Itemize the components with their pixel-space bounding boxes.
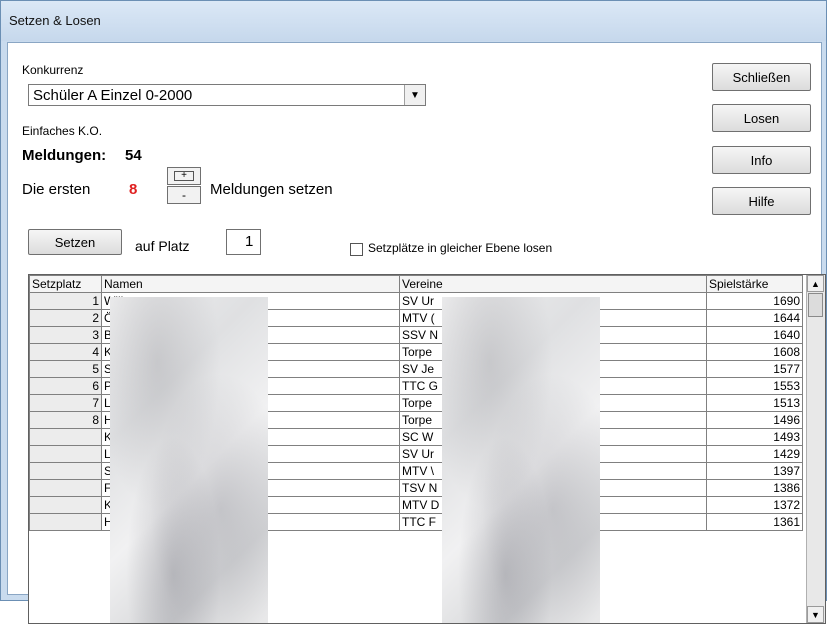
entries-count: 54 — [125, 147, 142, 164]
decrement-button[interactable]: - — [167, 186, 201, 204]
strength-cell[interactable]: 1496 — [706, 411, 803, 429]
strength-cell[interactable]: 1690 — [706, 292, 803, 310]
strength-cell[interactable]: 1608 — [706, 343, 803, 361]
draw-button-label: Losen — [743, 110, 780, 126]
seed-cell[interactable] — [29, 428, 102, 446]
seed-cell[interactable]: 4 — [29, 343, 102, 361]
info-button-label: Info — [750, 152, 773, 168]
seeding-count: 8 — [129, 181, 138, 198]
strength-cell[interactable]: 1386 — [706, 479, 803, 497]
place-label: auf Platz — [135, 238, 190, 254]
close-button-label: Schließen — [732, 69, 791, 85]
tournament-mode: Einfaches K.O. — [22, 124, 103, 138]
help-button[interactable]: Hilfe — [712, 187, 811, 215]
seed-cell[interactable] — [29, 513, 102, 531]
seed-cell[interactable] — [29, 496, 102, 514]
scroll-down-icon[interactable]: ▼ — [807, 606, 824, 623]
strength-cell[interactable]: 1513 — [706, 394, 803, 412]
info-button[interactable]: Info — [712, 146, 811, 174]
seed-cell[interactable] — [29, 479, 102, 497]
strength-cell[interactable]: 1640 — [706, 326, 803, 344]
column-header-seed[interactable]: Setzplatz — [29, 275, 102, 293]
plus-icon: + — [174, 171, 194, 181]
place-input[interactable]: 1 — [226, 229, 261, 255]
set-button[interactable]: Setzen — [28, 229, 122, 255]
dialog-body: Konkurrenz Schüler A Einzel 0-2000 ▼ Ein… — [7, 42, 826, 624]
seed-cell[interactable]: 3 — [29, 326, 102, 344]
same-level-checkbox[interactable] — [350, 243, 363, 256]
redaction-overlay-clubs — [442, 297, 600, 623]
draw-button[interactable]: Losen — [712, 104, 811, 132]
seeding-prefix: Die ersten — [22, 181, 91, 198]
chevron-down-icon[interactable]: ▼ — [404, 85, 425, 105]
seed-cell[interactable]: 8 — [29, 411, 102, 429]
window-title: Setzen & Losen — [9, 13, 101, 28]
strength-cell[interactable]: 1493 — [706, 428, 803, 446]
seeding-suffix: Meldungen setzen — [210, 181, 333, 198]
strength-cell[interactable]: 1361 — [706, 513, 803, 531]
entries-label: Meldungen: — [22, 147, 107, 164]
strength-cell[interactable]: 1397 — [706, 462, 803, 480]
vertical-scrollbar[interactable]: ▲ ▼ — [806, 275, 825, 623]
seed-cell[interactable]: 2 — [29, 309, 102, 327]
seed-cell[interactable]: 5 — [29, 360, 102, 378]
table-header-row: Setzplatz Namen Vereine Spielstärke — [29, 275, 803, 293]
increment-button[interactable]: + — [167, 167, 201, 185]
column-header-name[interactable]: Namen — [101, 275, 400, 293]
same-level-checkbox-label: Setzplätze in gleicher Ebene losen — [368, 241, 553, 255]
seeding-stepper[interactable]: + - — [167, 167, 201, 205]
seed-cell[interactable]: 6 — [29, 377, 102, 395]
scroll-up-icon[interactable]: ▲ — [807, 275, 824, 292]
competition-select[interactable]: Schüler A Einzel 0-2000 ▼ — [28, 84, 426, 106]
column-header-strength[interactable]: Spielstärke — [706, 275, 803, 293]
strength-cell[interactable]: 1644 — [706, 309, 803, 327]
competition-label: Konkurrenz — [22, 63, 84, 77]
column-header-club[interactable]: Vereine — [399, 275, 707, 293]
scroll-thumb[interactable] — [808, 293, 823, 317]
strength-cell[interactable]: 1577 — [706, 360, 803, 378]
strength-cell[interactable]: 1429 — [706, 445, 803, 463]
competition-select-value: Schüler A Einzel 0-2000 — [33, 87, 193, 104]
strength-cell[interactable]: 1553 — [706, 377, 803, 395]
seed-cell[interactable]: 1 — [29, 292, 102, 310]
seed-cell[interactable] — [29, 445, 102, 463]
seed-cell[interactable]: 7 — [29, 394, 102, 412]
title-bar[interactable]: Setzen & Losen — [1, 1, 826, 41]
seed-cell[interactable] — [29, 462, 102, 480]
close-button[interactable]: Schließen — [712, 63, 811, 91]
redaction-overlay-names — [110, 297, 268, 623]
strength-cell[interactable]: 1372 — [706, 496, 803, 514]
dialog-window: Setzen & Losen Konkurrenz Schüler A Einz… — [0, 0, 827, 624]
help-button-label: Hilfe — [748, 193, 775, 209]
